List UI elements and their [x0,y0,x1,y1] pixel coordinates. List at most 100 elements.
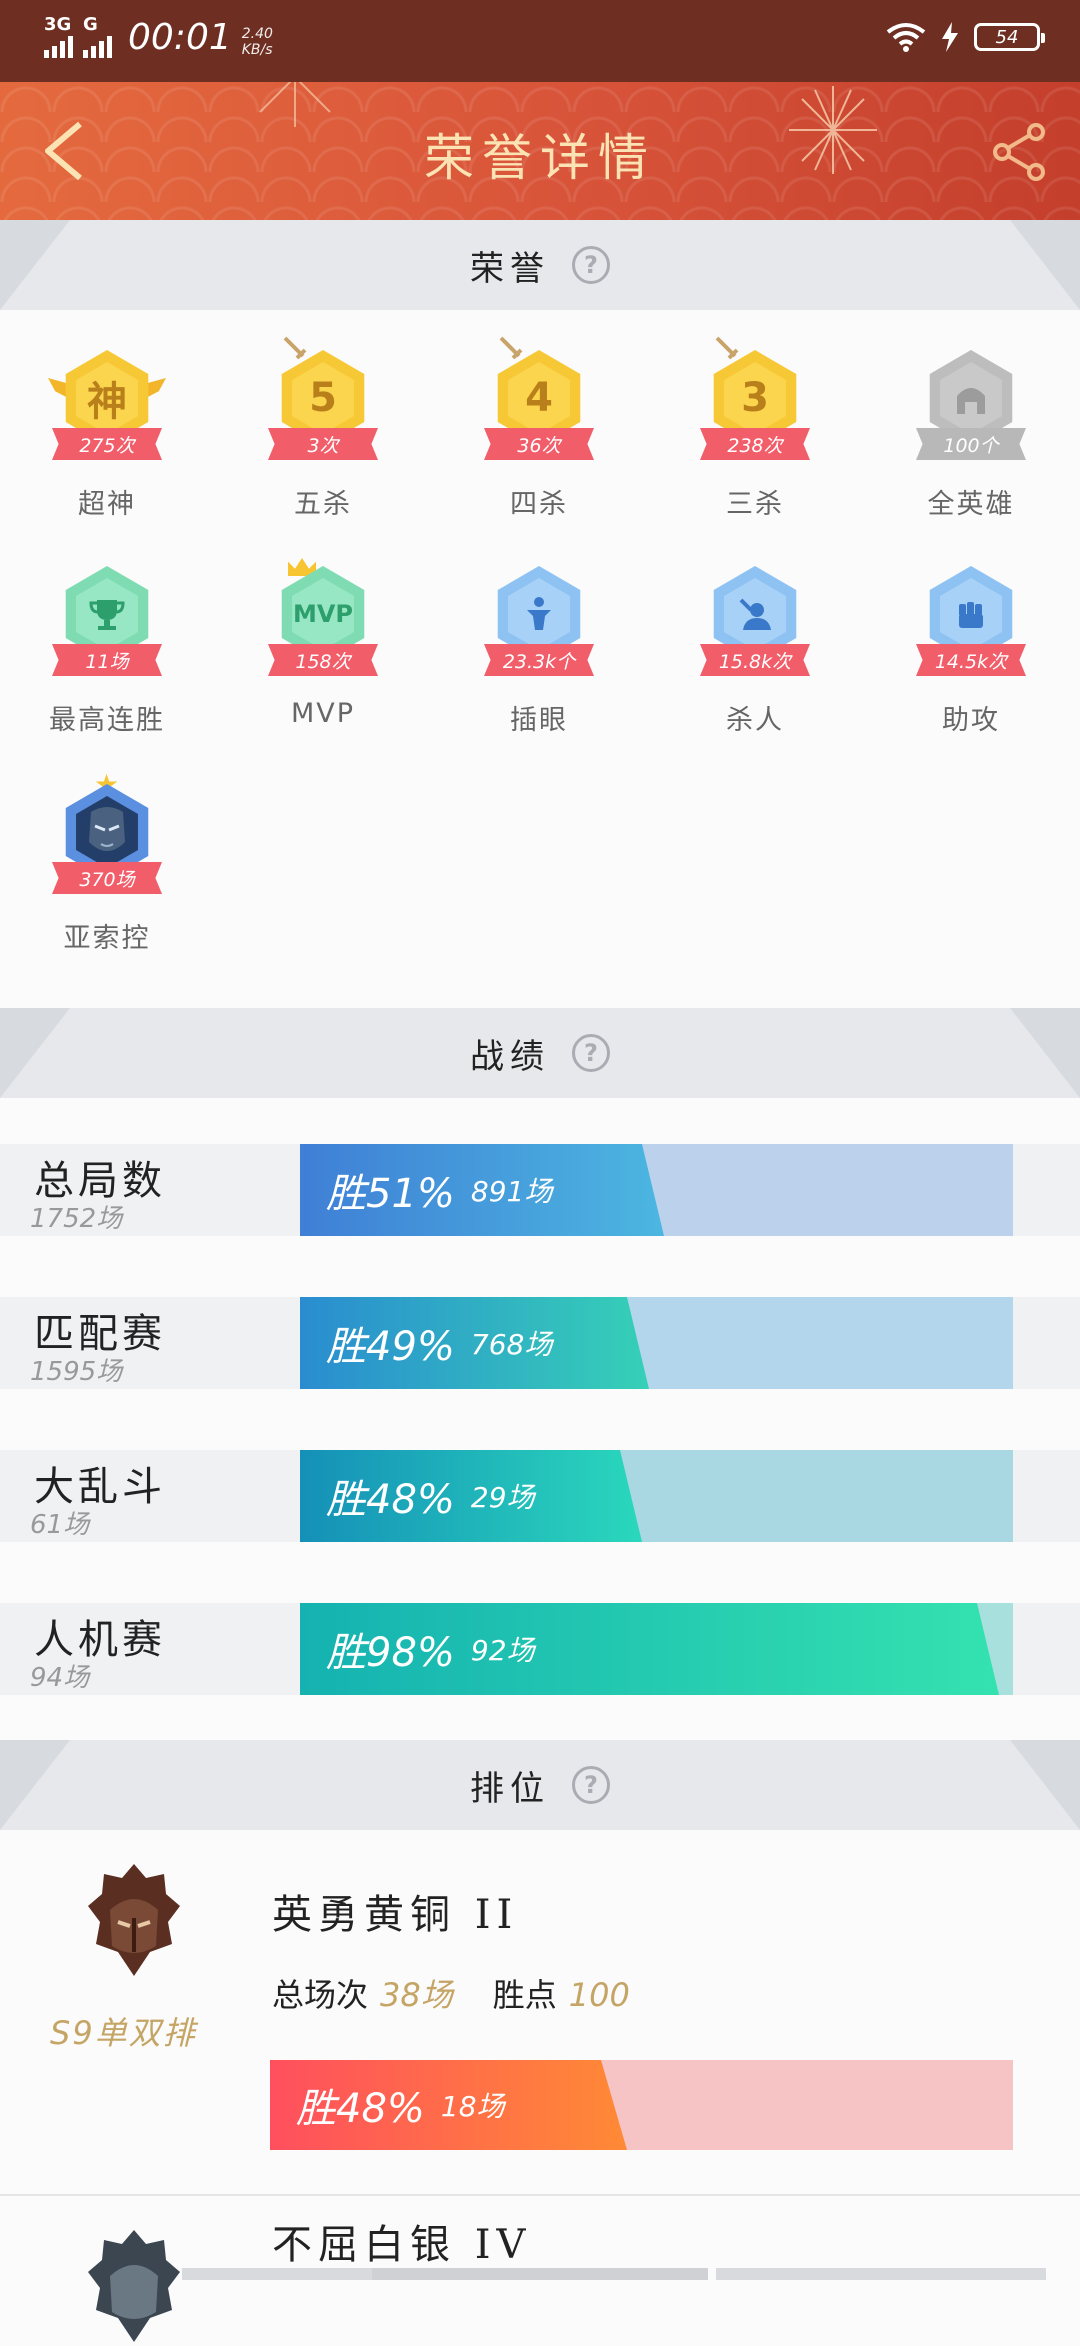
rank-tier: 不屈白银 IV [272,2222,532,2268]
signal-bars-icon [44,34,73,58]
signal-bars-icon [83,34,112,58]
honor-label: 助攻 [942,705,1000,736]
honor-label: 四杀 [510,489,568,520]
honor-count: 275次 [52,428,162,460]
honor-mvp[interactable]: MVP 158次 MVP [238,556,408,756]
honor-penta-kill[interactable]: 5 3次 五杀 [238,336,408,540]
trophy-icon [76,578,138,650]
rank-stats: 总场次 38场 胜点 100 [272,1970,630,2016]
win-rate-label: 胜98% [326,1630,455,1676]
legendary-icon: 神 [76,362,138,434]
wifi-icon [886,23,926,52]
honor-win-streak[interactable]: 11场 最高连胜 [22,556,192,756]
honors-section-header: 荣誉 ? [0,220,1080,310]
silver-helmet-icon [88,2230,180,2342]
total-games-value: 38场 [380,1976,453,2014]
network-type-2: G [83,14,98,35]
ranking-section-header: 排位 ? [0,1740,1080,1830]
total-games-label: 总场次 [272,1976,369,2014]
honor-quadra-kill[interactable]: 4 36次 四杀 [454,336,624,540]
honor-label: 最高连胜 [49,705,165,736]
bronze-helmet-icon [88,1864,180,1976]
clock: 00:01 [128,17,232,58]
tab-indicator [372,2268,708,2280]
sword-icon [715,336,739,360]
wins-count: 891场 [470,1175,553,1208]
honor-count: 11场 [52,644,162,676]
triple-kill-icon: 3 [724,362,786,434]
honor-count: 15.8k次 [700,644,810,676]
win-rate-label: 胜51% [326,1171,455,1217]
mvp-icon: MVP [292,578,354,650]
signal-3g: 3G [44,16,73,58]
tab-indicator [716,2268,1046,2280]
help-icon[interactable]: ? [572,246,610,284]
win-rate-bar: 胜51% 891场 [300,1144,1013,1236]
section-title-ranking: 排位 [470,1768,550,1809]
honor-count: 370场 [52,862,162,894]
rank-card[interactable]: S9单双排 英勇黄铜 II 总场次 38场 胜点 100 胜48% 18场 [0,1830,1080,2190]
page-title: 荣誉详情 [424,129,656,187]
win-rate-bar: 胜98% 92场 [300,1603,1013,1695]
speed-unit: KB/s [241,42,273,58]
honor-label: 杀人 [726,705,784,736]
network-type-1: 3G [44,14,72,35]
win-rate-label: 胜48% [326,1477,455,1523]
kill-icon [724,578,786,650]
records-section-header: 战绩 ? [0,1008,1080,1098]
stat-row-matchmaking[interactable]: 匹配赛 1595场 胜49% 768场 [0,1297,1080,1389]
wins-count: 18场 [440,2090,505,2123]
stat-count: 1595场 [30,1357,123,1387]
section-title-honors: 荣誉 [470,248,550,289]
honor-count: 238次 [700,428,810,460]
honor-count: 100个 [916,428,1026,460]
honor-triple-kill[interactable]: 3 238次 三杀 [670,336,840,540]
honor-legendary[interactable]: 神 275次 超神 [22,340,192,540]
honor-assists[interactable]: 14.5k次 助攻 [886,556,1056,756]
win-rate-label: 胜48% [296,2086,425,2132]
honor-label: 超神 [78,489,136,520]
honor-hero-mastery[interactable]: ★ 370场 亚索控 [22,768,192,974]
quadra-kill-icon: 4 [508,362,570,434]
speed-value: 2.40 [241,26,273,42]
honor-count: 3次 [268,428,378,460]
honor-label: 插眼 [510,705,568,736]
sword-icon [499,336,523,360]
help-icon[interactable]: ? [572,1034,610,1072]
app-header: 荣誉详情 [0,82,1080,220]
honor-label: 全英雄 [927,489,1015,520]
rank-tier: 英勇黄铜 II [272,1892,519,1938]
ward-icon [508,578,570,650]
network-speed: 2.40 KB/s [242,26,273,58]
honor-wards[interactable]: 23.3k个 插眼 [454,556,624,756]
honor-count: 158次 [268,644,378,676]
honor-count: 36次 [484,428,594,460]
honor-count: 14.5k次 [916,644,1026,676]
stat-count: 61场 [30,1510,90,1540]
stat-row-aram[interactable]: 大乱斗 61场 胜48% 29场 [0,1450,1080,1542]
stat-count: 94场 [30,1663,90,1693]
honor-all-heroes[interactable]: 100个 全英雄 [886,340,1056,540]
honor-kills[interactable]: 15.8k次 杀人 [670,556,840,756]
share-button[interactable] [990,122,1050,182]
signal-g: G [83,16,112,58]
battery-level: 54 [995,26,1019,48]
help-icon[interactable]: ? [572,1766,610,1804]
battery-icon: 54 [974,23,1045,51]
charging-icon [942,22,958,52]
honor-label: 五杀 [294,489,352,520]
win-rate-label: 胜49% [326,1324,455,1370]
win-rate-bar: 胜48% 29场 [300,1450,1013,1542]
status-bar: 3G G 00:01 2.40 KB/s 54 [0,0,1080,82]
stat-row-coop-vs-ai[interactable]: 人机赛 94场 胜98% 92场 [0,1603,1080,1695]
honor-label: 三杀 [726,489,784,520]
wins-count: 768场 [470,1328,553,1361]
wins-count: 92场 [470,1634,535,1667]
honor-label: 亚索控 [63,923,151,954]
season-label: S9单双排 [50,2014,197,2052]
hero-portrait-icon [76,796,138,868]
win-rate-bar: 胜49% 768场 [300,1297,1013,1389]
rank-win-rate-bar: 胜48% 18场 [270,2060,1013,2150]
helmet-icon [940,362,1002,434]
stat-row-total[interactable]: 总局数 1752场 胜51% 891场 [0,1144,1080,1236]
